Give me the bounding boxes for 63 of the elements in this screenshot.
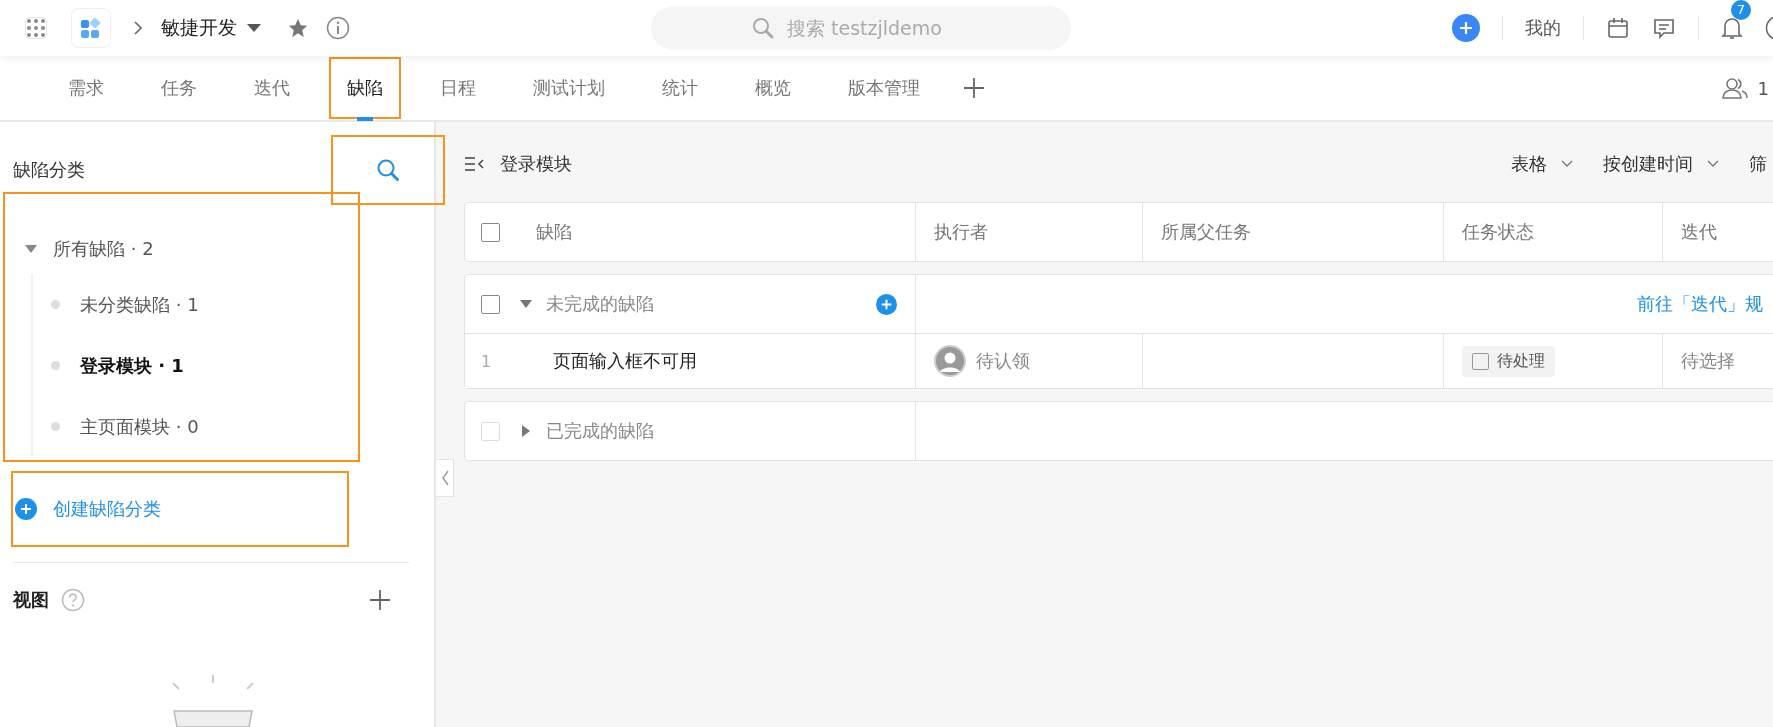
tab[interactable]: 迭代 (238, 59, 306, 117)
tab[interactable]: 日程 (424, 59, 492, 117)
tab[interactable]: 概览 (739, 59, 807, 117)
column-header: 执行者 (916, 203, 1143, 261)
tree-item[interactable]: 所有缺陷 · 2 (19, 224, 358, 274)
table-cell[interactable]: 待选择 (1681, 349, 1735, 373)
tab[interactable]: 版本管理 (832, 59, 936, 117)
tree-item[interactable]: 未分类缺陷 · 1 (51, 274, 358, 335)
search-icon (751, 16, 775, 40)
info-icon[interactable] (326, 16, 350, 40)
tab[interactable]: 统计 (646, 59, 714, 117)
add-icon[interactable] (876, 293, 897, 315)
checkbox[interactable] (481, 222, 500, 242)
group-title: 已完成的缺陷 (546, 419, 654, 443)
section-title: 视图 (13, 588, 49, 612)
table-cell[interactable]: 页面输入框不可用 (553, 349, 697, 373)
notification-badge: 7 (1731, 0, 1751, 20)
apps-icon[interactable] (25, 17, 47, 39)
tab[interactable]: 任务 (145, 59, 213, 117)
section-title: 缺陷分类 (13, 158, 85, 182)
search-button[interactable] (333, 137, 443, 203)
collapse-handle[interactable] (436, 459, 454, 497)
table-cell[interactable]: 待认领 (976, 349, 1030, 373)
plan-link[interactable]: 前往「迭代」规 (1637, 292, 1763, 316)
filter-button[interactable]: 筛 (1749, 152, 1767, 176)
bell-icon[interactable] (1721, 16, 1743, 40)
breadcrumb: 登录模块 (500, 152, 572, 176)
checkbox[interactable] (481, 294, 500, 314)
add-icon (15, 498, 37, 520)
members-icon[interactable] (1721, 76, 1748, 100)
column-header: 所属父任务 (1143, 203, 1444, 261)
tree-item[interactable]: 登录模块 · 1 (51, 335, 358, 396)
project-name[interactable]: 敏捷开发 (161, 15, 237, 41)
column-header: 迭代 (1680, 220, 1718, 244)
chevron-down-icon (1561, 160, 1573, 168)
view-dropdown[interactable]: 表格 (1511, 152, 1573, 176)
collapse-menu-icon[interactable] (464, 156, 486, 172)
group-title: 未完成的缺陷 (546, 292, 654, 316)
sort-dropdown[interactable]: 按创建时间 (1603, 152, 1719, 176)
project-logo-icon[interactable] (71, 8, 111, 48)
avatar-icon (934, 345, 966, 377)
add-tab-icon[interactable] (963, 77, 985, 99)
column-header: 缺陷 (536, 220, 572, 244)
mine-link[interactable]: 我的 (1525, 16, 1561, 40)
bullet-icon (51, 422, 60, 431)
calendar-icon[interactable] (1606, 16, 1630, 40)
star-icon[interactable] (287, 17, 309, 39)
chevron-right-icon (133, 20, 143, 36)
search-icon (375, 157, 401, 183)
add-view-icon[interactable] (369, 589, 391, 611)
chevron-down-icon (1707, 160, 1719, 168)
tab[interactable]: 需求 (52, 59, 120, 117)
column-header: 任务状态 (1444, 203, 1663, 261)
message-icon[interactable] (1652, 16, 1676, 40)
add-icon[interactable] (1452, 14, 1480, 42)
tab[interactable]: 测试计划 (517, 59, 621, 117)
tree-item[interactable]: 主页面模块 · 0 (51, 396, 358, 457)
bullet-icon (51, 361, 60, 370)
status-tag[interactable]: 待处理 (1462, 345, 1555, 377)
row-number: 1 (481, 351, 493, 371)
search-field[interactable]: 搜索 testzjldemo (651, 6, 1071, 50)
bullet-icon (51, 300, 60, 309)
member-count: 1 (1757, 77, 1769, 99)
